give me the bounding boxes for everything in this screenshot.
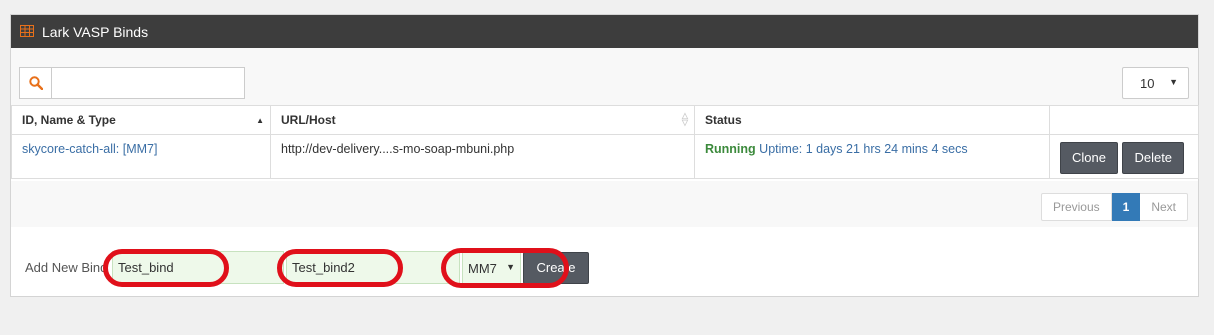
column-header-status: Status xyxy=(694,105,1050,135)
create-button[interactable]: Create xyxy=(523,252,589,284)
cell-url-host: http://dev-delivery....s-mo-soap-mbuni.p… xyxy=(270,134,695,179)
bind-name-link[interactable]: skycore-catch-all: [MM7] xyxy=(22,142,157,156)
pagination-next[interactable]: Next xyxy=(1140,193,1188,221)
page-size-select[interactable]: 10 ▼ xyxy=(1122,67,1189,99)
column-header-url-host[interactable]: URL/Host △ ▽ xyxy=(270,105,695,135)
bind-url: http://dev-delivery....s-mo-soap-mbuni.p… xyxy=(281,142,515,156)
column-header-label: ID, Name & Type xyxy=(22,113,116,127)
vasp-binds-panel: Lark VASP Binds 10 ▼ ID, Name & Type ▲ U… xyxy=(10,14,1199,297)
chevron-down-icon: ▼ xyxy=(506,262,515,272)
bind-type-value: MM7 xyxy=(468,261,497,276)
column-header-actions xyxy=(1049,105,1199,135)
bind-type-select[interactable]: MM7 ▼ xyxy=(462,251,521,284)
pagination-previous[interactable]: Previous xyxy=(1040,193,1112,221)
table-row: skycore-catch-all: [MM7] http://dev-deli… xyxy=(11,134,1199,179)
clone-button[interactable]: Clone xyxy=(1060,142,1118,174)
panel-header: Lark VASP Binds xyxy=(11,15,1198,48)
bind-name-input[interactable] xyxy=(112,251,284,284)
cell-actions: Clone Delete xyxy=(1049,134,1199,179)
sort-ascending-icon: ▲ xyxy=(256,116,264,125)
search-button[interactable] xyxy=(19,67,51,99)
add-new-bind-form: Add New Bind MM7 ▼ Create xyxy=(11,227,1198,297)
page-size-value: 10 xyxy=(1140,76,1155,91)
search-icon xyxy=(29,76,43,90)
delete-button[interactable]: Delete xyxy=(1122,142,1185,174)
cell-status: Running Uptime: 1 days 21 hrs 24 mins 4 … xyxy=(694,134,1050,179)
status-uptime: Uptime: 1 days 21 hrs 24 mins 4 secs xyxy=(759,142,968,156)
table-header-row: ID, Name & Type ▲ URL/Host △ ▽ Status xyxy=(11,105,1199,135)
chevron-down-icon: ▼ xyxy=(1169,77,1178,87)
bind-host-input[interactable] xyxy=(286,251,460,284)
search-input[interactable] xyxy=(51,67,245,99)
column-header-id-name-type[interactable]: ID, Name & Type ▲ xyxy=(11,105,271,135)
sort-icon: △ ▽ xyxy=(681,111,688,127)
table-icon xyxy=(20,25,34,37)
pagination-area: Previous 1 Next xyxy=(11,181,1198,227)
table-toolbar: 10 ▼ xyxy=(11,48,1198,105)
column-header-label: Status xyxy=(705,113,742,127)
pagination: Previous 1 Next xyxy=(1040,193,1188,221)
column-header-label: URL/Host xyxy=(281,113,336,127)
cell-id-name-type: skycore-catch-all: [MM7] xyxy=(11,134,271,179)
add-new-bind-label: Add New Bind xyxy=(25,260,108,275)
panel-title: Lark VASP Binds xyxy=(42,24,149,40)
binds-table: ID, Name & Type ▲ URL/Host △ ▽ Status sky… xyxy=(11,105,1199,179)
pagination-page-current[interactable]: 1 xyxy=(1111,193,1141,221)
status-running: Running xyxy=(705,142,756,156)
